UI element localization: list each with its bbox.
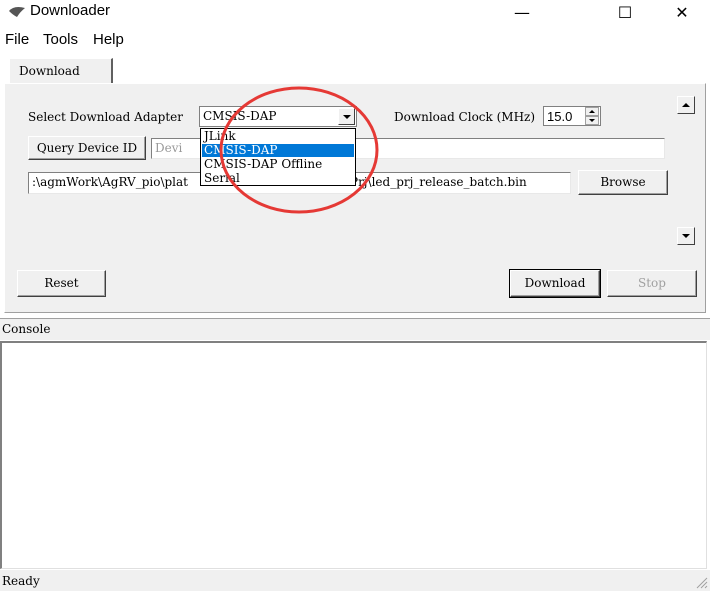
clock-value: 15.0 [547, 109, 573, 124]
tab-strip: Download [0, 56, 710, 84]
file-path-left: :\agmWork\AgRV_pio\plat [32, 175, 188, 189]
clock-up-icon[interactable] [585, 107, 599, 116]
clock-spinner[interactable]: 15.0 [543, 106, 601, 126]
tab-download[interactable]: Download [9, 58, 113, 84]
clock-down-icon[interactable] [585, 116, 599, 125]
window-title: Downloader [30, 2, 111, 19]
menu-bar: File Tools Help [0, 28, 710, 52]
adapter-option-jlink[interactable]: JLink [202, 130, 354, 143]
menu-file[interactable]: File [5, 31, 29, 48]
title-bar: Downloader — ☐ ✕ [0, 0, 710, 26]
status-text: Ready [2, 574, 40, 588]
console-output[interactable] [0, 341, 707, 569]
adapter-dropdown-list: JLink CMSIS-DAP CMSIS-DAP Offline Serial [200, 128, 356, 186]
browse-button[interactable]: Browse [578, 170, 668, 195]
close-button[interactable]: ✕ [660, 0, 704, 26]
reset-button[interactable]: Reset [17, 270, 106, 297]
file-path-right: Prj\led_prj_release_batch.bin [350, 175, 527, 189]
clock-label: Download Clock (MHz) [394, 110, 536, 124]
app-icon [9, 7, 25, 17]
menu-tools[interactable]: Tools [43, 31, 78, 48]
panel-scrollbar[interactable] [677, 96, 695, 246]
status-bar: Ready [0, 570, 710, 591]
scroll-down-icon[interactable] [677, 227, 695, 245]
download-button[interactable]: Download [509, 269, 601, 298]
adapter-selected-value: CMSIS-DAP [203, 109, 277, 123]
adapter-option-cmsis-dap-offline[interactable]: CMSIS-DAP Offline [202, 158, 354, 171]
console-header: Console [0, 318, 710, 340]
adapter-option-cmsis-dap[interactable]: CMSIS-DAP [202, 144, 354, 157]
adapter-label: Select Download Adapter [28, 110, 184, 124]
dropdown-arrow-icon[interactable] [338, 108, 355, 125]
scroll-up-icon[interactable] [677, 96, 695, 114]
menu-help[interactable]: Help [93, 31, 124, 48]
adapter-select[interactable]: CMSIS-DAP [199, 106, 357, 127]
minimize-button[interactable]: — [500, 0, 544, 26]
stop-button[interactable]: Stop [607, 270, 697, 297]
adapter-option-serial[interactable]: Serial [202, 172, 354, 185]
maximize-button[interactable]: ☐ [603, 0, 647, 26]
console-label: Console [2, 322, 51, 336]
query-device-id-button[interactable]: Query Device ID [28, 136, 146, 160]
resize-grip-icon[interactable] [696, 577, 708, 589]
